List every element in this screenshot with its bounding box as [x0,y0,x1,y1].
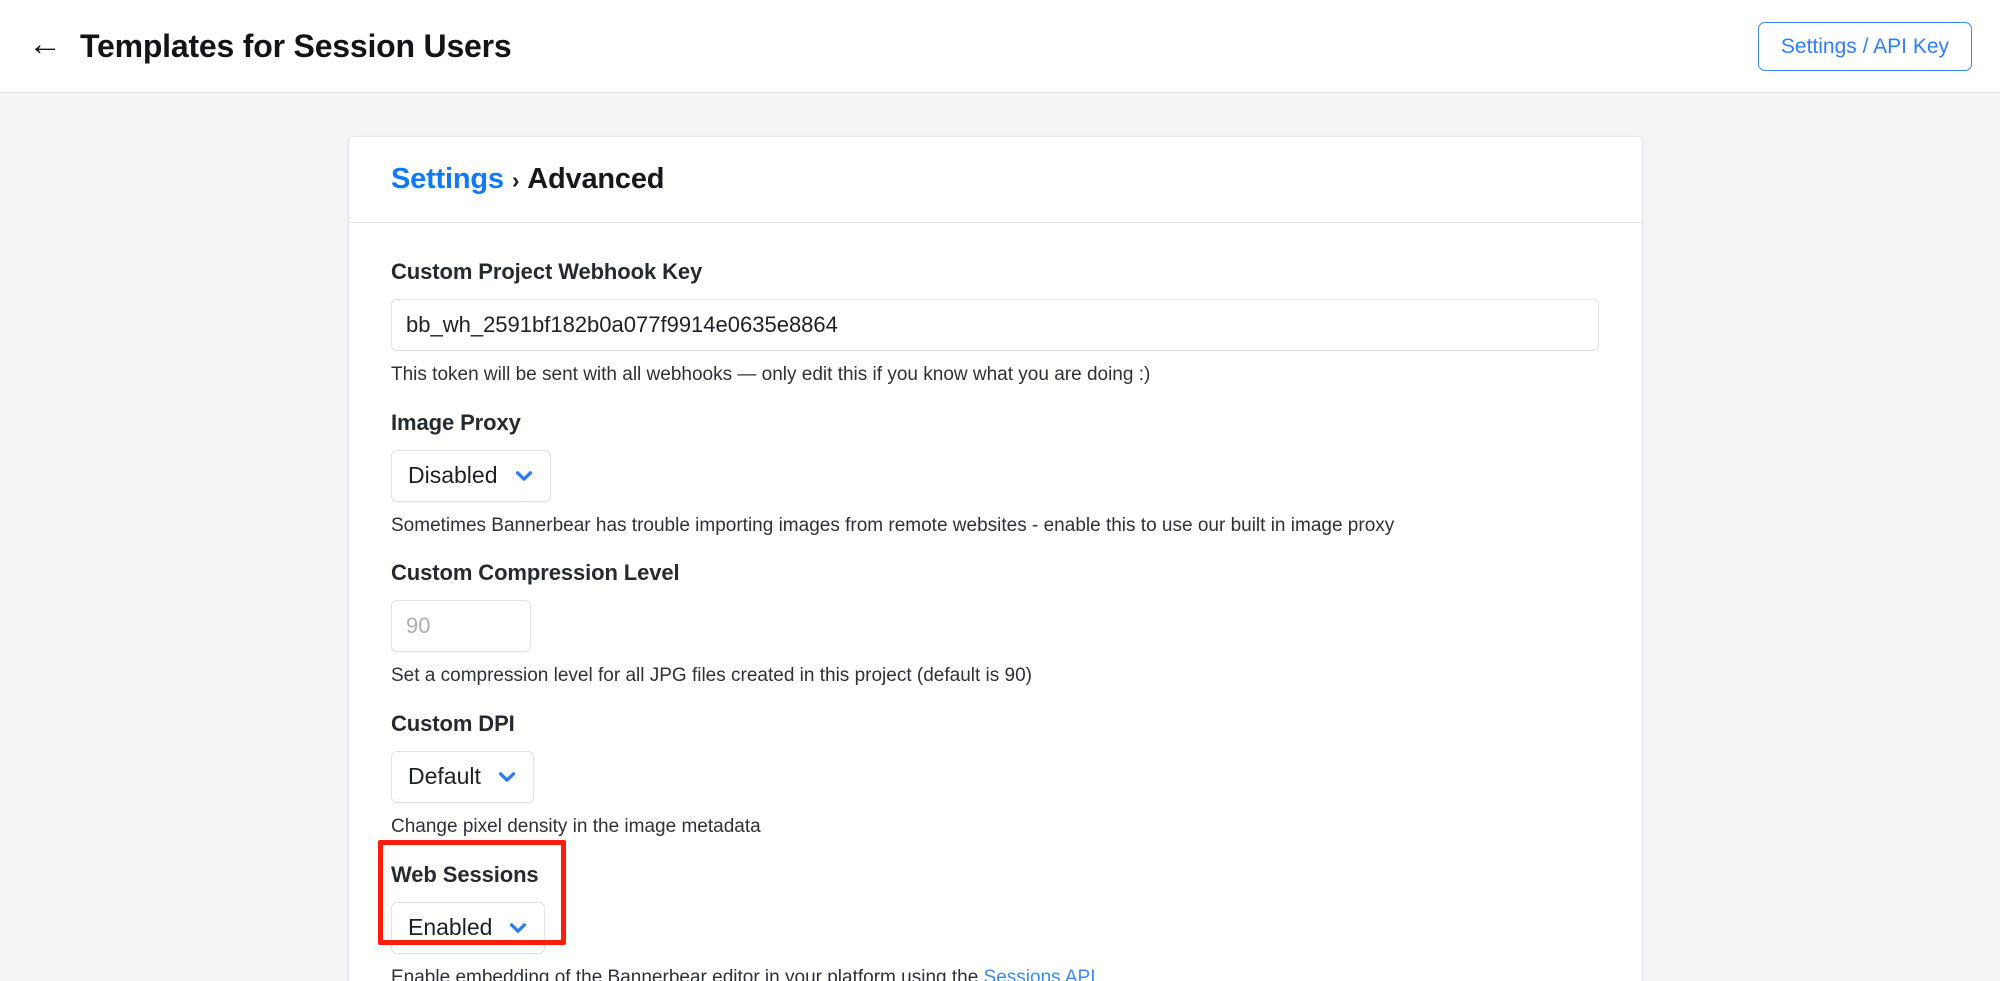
custom-dpi-selected-value: Default [408,763,481,790]
compression-level-help: Set a compression level for all JPG file… [391,665,1033,687]
field-webhook-key: Custom Project Webhook Key This token wi… [391,259,1600,388]
top-bar-left: ← Templates for Session Users [28,27,512,65]
web-sessions-select[interactable]: Enabled [391,901,546,954]
compression-level-label: Custom Compression Level [391,560,680,586]
sessions-api-link[interactable]: Sessions API [984,967,1096,981]
custom-dpi-help: Change pixel density in the image metada… [391,815,761,837]
custom-dpi-select[interactable]: Default [391,750,534,803]
breadcrumb: Settings › Advanced [391,163,664,196]
chevron-down-icon [515,470,532,481]
chevron-down-icon [498,772,515,782]
arrow-left-icon[interactable]: ← [28,27,62,63]
web-sessions-help-text: Enable embedding of the Bannerbear edito… [391,966,984,981]
field-custom-dpi: Custom DPI Default Change pixel density … [391,711,1600,840]
web-sessions-selected-value: Enabled [408,914,493,941]
webhook-key-help: This token will be sent with all webhook… [391,364,1151,385]
breadcrumb-separator-icon: › [511,167,520,193]
compression-level-input[interactable] [391,600,531,653]
field-web-sessions: Web Sessions Enabled Enable embedding of… [391,862,1600,981]
web-sessions-help: Enable embedding of the Bannerbear edito… [391,965,1600,981]
field-image-proxy: Image Proxy Disabled Sometimes Bannerbea… [391,410,1600,539]
page-title: Templates for Session Users [80,27,512,64]
webhook-key-input[interactable] [391,299,1599,351]
webhook-key-label: Custom Project Webhook Key [391,259,703,284]
breadcrumb-settings-link[interactable]: Settings [391,163,504,196]
app-root: ← Templates for Session Users Settings /… [0,0,2000,981]
image-proxy-select[interactable]: Disabled [391,449,551,502]
field-compression-level: Custom Compression Level Set a compressi… [391,560,1600,689]
breadcrumb-current: Advanced [527,163,665,195]
card-body: Custom Project Webhook Key This token wi… [349,223,1642,981]
settings-api-key-button[interactable]: Settings / API Key [1757,21,1972,71]
card-header: Settings › Advanced [349,137,1642,223]
settings-card: Settings › Advanced Custom Project Webho… [348,136,1643,981]
image-proxy-label: Image Proxy [391,409,521,435]
chevron-down-icon [510,922,527,933]
top-bar: ← Templates for Session Users Settings /… [0,0,2000,93]
custom-dpi-label: Custom DPI [391,710,515,736]
web-sessions-label: Web Sessions [391,861,539,887]
image-proxy-selected-value: Disabled [408,462,498,489]
image-proxy-help: Sometimes Bannerbear has trouble importi… [391,514,1395,536]
